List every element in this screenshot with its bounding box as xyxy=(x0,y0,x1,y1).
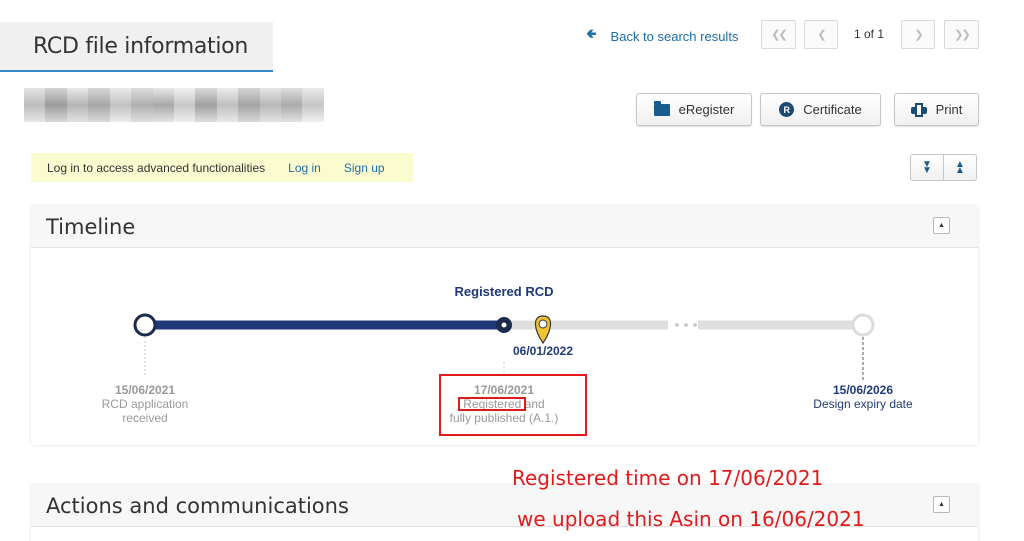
double-chevron-up-icon: ▲ ▲ xyxy=(955,158,965,176)
annotation-note-upload: we upload this Asin on 16/06/2021 xyxy=(517,507,865,531)
page-title: RCD file information xyxy=(33,34,248,59)
print-label: Print xyxy=(935,102,963,117)
node-application xyxy=(133,313,157,337)
timeline-gap-dot xyxy=(675,323,679,327)
timeline-gap-dot xyxy=(693,323,697,327)
arrow-left-icon: 🢀 xyxy=(586,26,597,41)
back-to-search-link[interactable]: 🢀 Back to search results xyxy=(586,25,738,47)
first-page-button[interactable]: ❮❮ xyxy=(761,20,796,49)
chevron-right-icon: ❯ xyxy=(914,29,923,41)
double-chevron-left-icon: ❮❮ xyxy=(771,29,788,41)
certificate-label: Certificate xyxy=(803,102,862,117)
prev-page-button[interactable]: ❮ xyxy=(804,20,838,49)
page-title-tab: RCD file information xyxy=(0,22,273,72)
actions-collapse-button[interactable]: ▲ xyxy=(933,496,950,513)
event-date: 15/06/2026 xyxy=(832,383,894,397)
back-link-label: Back to search results xyxy=(610,28,739,44)
eregister-label: eRegister xyxy=(678,102,735,117)
pagination-text: 1 of 1 xyxy=(854,27,885,41)
expand-all-button[interactable]: ▼ ▼ xyxy=(910,154,944,181)
collapse-all-button[interactable]: ▲ ▲ xyxy=(943,154,977,181)
actions-panel-title: Actions and communications xyxy=(46,494,349,518)
registered-rcd-label: Registered RCD xyxy=(454,284,554,299)
current-date-label: 06/01/2022 xyxy=(512,344,574,358)
event-label-line1: Design expiry date xyxy=(813,397,913,411)
double-chevron-right-icon: ❯❯ xyxy=(954,29,971,41)
registered-icon: R xyxy=(779,102,795,117)
timeline-gap-dot xyxy=(684,323,688,327)
node-expiry xyxy=(851,313,875,337)
signup-link[interactable]: Sign up xyxy=(344,161,385,175)
map-pin-icon xyxy=(534,315,552,345)
event-label-line2: received xyxy=(122,411,168,425)
annotation-note-registered: Registered time on 17/06/2021 xyxy=(512,466,824,490)
print-button[interactable]: Print xyxy=(894,93,979,126)
login-info-bar: Log in to access advanced functionalitie… xyxy=(31,153,413,182)
event-application: 15/06/2021 RCD application received xyxy=(85,383,205,425)
printer-icon xyxy=(910,102,927,117)
last-page-button[interactable]: ❯❯ xyxy=(944,20,979,49)
redacted-file-name xyxy=(24,88,324,122)
certificate-button[interactable]: R Certificate xyxy=(760,93,881,126)
login-link[interactable]: Log in xyxy=(288,161,321,175)
event-label-line1: RCD application xyxy=(101,397,189,411)
rcd-file-page: RCD file information 🢀 Back to search re… xyxy=(0,0,1024,541)
node-registered-center xyxy=(501,322,507,328)
event-expiry: 15/06/2026 Design expiry date xyxy=(793,383,933,411)
eregister-button[interactable]: eRegister xyxy=(636,93,752,126)
folder-icon xyxy=(653,100,670,116)
next-page-button[interactable]: ❯ xyxy=(901,20,935,49)
event-date: 15/06/2021 xyxy=(114,383,176,397)
annotation-box-inner xyxy=(458,397,526,411)
caret-up-icon: ▲ xyxy=(938,501,945,508)
double-chevron-down-icon: ▼ ▼ xyxy=(922,158,932,176)
chevron-left-icon: ❮ xyxy=(817,29,826,41)
login-message: Log in to access advanced functionalitie… xyxy=(47,160,266,175)
